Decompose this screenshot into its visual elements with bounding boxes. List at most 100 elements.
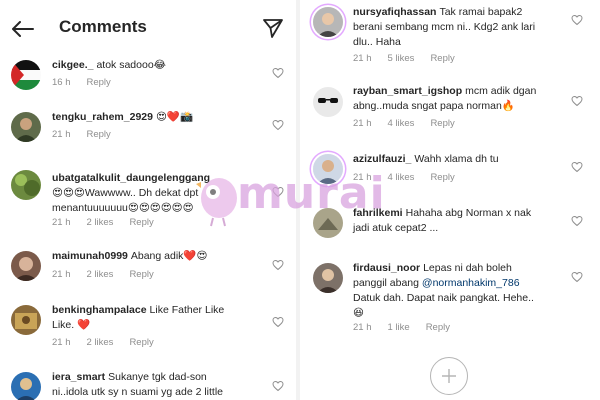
comment-username[interactable]: azizulfauzi_ bbox=[353, 153, 411, 165]
comment-likes[interactable]: 2 likes bbox=[87, 269, 114, 280]
share-button[interactable] bbox=[262, 17, 286, 41]
avatar[interactable] bbox=[11, 170, 41, 200]
heart-outline-icon[interactable] bbox=[571, 14, 583, 26]
comment-body-line: 😍😍😍Wawwww.. Dh dekat dpt bbox=[52, 187, 199, 199]
comment-username[interactable]: tengku_rahem_2929 bbox=[52, 111, 153, 123]
comment-time: 21 h bbox=[353, 118, 372, 129]
comment-body: Like Father Like bbox=[149, 304, 225, 316]
comment-body-line: abng..muda sngat papa norman🔥 bbox=[353, 100, 515, 112]
comment-time: 21 h bbox=[52, 269, 71, 280]
reply-button[interactable]: Reply bbox=[87, 129, 111, 140]
avatar[interactable] bbox=[11, 305, 41, 335]
comment-username[interactable]: fahrilkemi bbox=[353, 207, 403, 219]
comment-body: Tak ramai bapak2 bbox=[439, 6, 523, 18]
heart-outline-icon[interactable] bbox=[571, 161, 583, 173]
comment-text: fahrilkemi Hahaha abg Norman x nak jadi a… bbox=[353, 206, 573, 236]
plus-icon bbox=[442, 369, 456, 383]
page-title: Comments bbox=[59, 17, 147, 36]
comment-body-line: 😆 bbox=[353, 307, 364, 319]
back-button[interactable] bbox=[8, 14, 38, 44]
avatar[interactable] bbox=[313, 208, 343, 238]
comment-username[interactable]: benkinghampalace bbox=[52, 304, 147, 316]
comment-body: 😍❤️📸 bbox=[155, 111, 194, 123]
reply-button[interactable]: Reply bbox=[430, 118, 454, 129]
heart-outline-icon[interactable] bbox=[272, 67, 284, 79]
heart-outline-icon[interactable] bbox=[272, 380, 284, 392]
avatar[interactable] bbox=[313, 154, 343, 184]
comment-time: 21 h bbox=[353, 172, 372, 183]
comment-likes[interactable]: 4 likes bbox=[388, 172, 415, 183]
comment-likes[interactable]: 4 likes bbox=[388, 118, 415, 129]
heart-outline-icon[interactable] bbox=[571, 271, 583, 283]
comment-body-part: panggil abang bbox=[353, 277, 422, 289]
reply-button[interactable]: Reply bbox=[87, 77, 111, 88]
comment-body: Wahh xlama dh tu bbox=[414, 153, 499, 165]
comment-text: tengku_rahem_2929 😍❤️📸 bbox=[52, 110, 267, 125]
heart-outline-icon[interactable] bbox=[272, 316, 284, 328]
comment-time: 21 h bbox=[52, 129, 71, 140]
avatar[interactable] bbox=[313, 263, 343, 293]
comment-mention-link[interactable]: @normanhakim_786 bbox=[422, 277, 520, 289]
avatar[interactable] bbox=[11, 372, 41, 400]
reply-button[interactable]: Reply bbox=[129, 269, 153, 280]
avatar[interactable] bbox=[313, 87, 343, 117]
avatar[interactable] bbox=[11, 112, 41, 142]
comment-time: 21 h bbox=[353, 53, 372, 64]
comment-meta: 21 h 4 likes Reply bbox=[353, 172, 471, 183]
reply-button[interactable]: Reply bbox=[426, 322, 450, 333]
comment-body-line: berani sembang mcm ni.. Kdg2 ank lari bbox=[353, 21, 536, 33]
comment-meta: 21 h 2 likes Reply bbox=[52, 217, 170, 228]
comment-body: Sukanye tgk dad-son bbox=[108, 371, 207, 383]
comment-text: firdausi_noor Lepas ni dah boleh panggil … bbox=[353, 261, 578, 321]
reply-button[interactable]: Reply bbox=[430, 53, 454, 64]
comment-body-line: ni..idola utk sy n suami yg ade 2 little bbox=[52, 386, 224, 398]
comment-text: iera_smart Sukanye tgk dad-son ni..idola … bbox=[52, 370, 282, 400]
comment-body-line: dlu.. Haha bbox=[353, 36, 401, 48]
heart-outline-icon[interactable] bbox=[272, 186, 284, 198]
comment-meta: 21 h Reply bbox=[52, 129, 127, 140]
comments-header: Comments bbox=[0, 0, 296, 58]
reply-button[interactable]: Reply bbox=[129, 337, 153, 348]
comment-text: ubatgatalkulit_daungelenggang 😍😍😍Wawwww.… bbox=[52, 171, 287, 216]
comment-time: 21 h bbox=[353, 322, 372, 333]
comment-time: 16 h bbox=[52, 77, 71, 88]
comment-meta: 21 h 2 likes Reply bbox=[52, 269, 170, 280]
avatar[interactable] bbox=[11, 60, 41, 90]
comment-body: Lepas ni dah boleh bbox=[423, 262, 512, 274]
comment-meta: 21 h 4 likes Reply bbox=[353, 118, 471, 129]
comment-username[interactable]: firdausi_noor bbox=[353, 262, 420, 274]
comment-username[interactable]: ubatgatalkulit_daungelenggang bbox=[52, 172, 210, 184]
comment-username[interactable]: maimunah0999 bbox=[52, 250, 128, 262]
comment-time: 21 h bbox=[52, 217, 71, 228]
comment-username[interactable]: iera_smart bbox=[52, 371, 105, 383]
comment-meta: 21 h 5 likes Reply bbox=[353, 53, 471, 64]
avatar[interactable] bbox=[313, 7, 343, 37]
comment-likes[interactable]: 2 likes bbox=[87, 217, 114, 228]
comment-text: maimunah0999 Abang adik❤️😍 bbox=[52, 249, 267, 264]
comment-text: cikgee._ atok sadooo😂 bbox=[52, 58, 267, 73]
comment-text: nursyafiqhassan Tak ramai bapak2 berani s… bbox=[353, 5, 573, 50]
paper-plane-icon bbox=[263, 19, 283, 38]
comment-time: 21 h bbox=[52, 337, 71, 348]
comment-body-line: Datuk dah. Dapat naik pangkat. Hehe.. bbox=[353, 292, 534, 304]
heart-outline-icon[interactable] bbox=[571, 95, 583, 107]
reply-button[interactable]: Reply bbox=[129, 217, 153, 228]
heart-outline-icon[interactable] bbox=[272, 119, 284, 131]
comment-username[interactable]: cikgee._ bbox=[52, 59, 93, 71]
comment-meta: 16 h Reply bbox=[52, 77, 127, 88]
heart-outline-icon[interactable] bbox=[272, 259, 284, 271]
comment-body-line: menantuuuuuuu😍😍😍😍😍😍 bbox=[52, 202, 194, 214]
comment-username[interactable]: nursyafiqhassan bbox=[353, 6, 436, 18]
comment-username[interactable]: rayban_smart_igshop bbox=[353, 85, 462, 97]
comment-body: Hahaha abg Norman x nak bbox=[405, 207, 532, 219]
comment-text: benkinghampalace Like Father Like Like. ❤… bbox=[52, 303, 267, 333]
comment-likes[interactable]: 5 likes bbox=[388, 53, 415, 64]
reply-button[interactable]: Reply bbox=[430, 172, 454, 183]
comment-meta: 21 h 1 like Reply bbox=[353, 322, 466, 333]
add-comment-button[interactable] bbox=[430, 357, 468, 395]
comment-likes[interactable]: 2 likes bbox=[87, 337, 114, 348]
heart-outline-icon[interactable] bbox=[571, 215, 583, 227]
comment-body-line: jadi atuk cepat2 ... bbox=[353, 222, 439, 234]
comment-likes[interactable]: 1 like bbox=[388, 322, 410, 333]
avatar[interactable] bbox=[11, 251, 41, 281]
